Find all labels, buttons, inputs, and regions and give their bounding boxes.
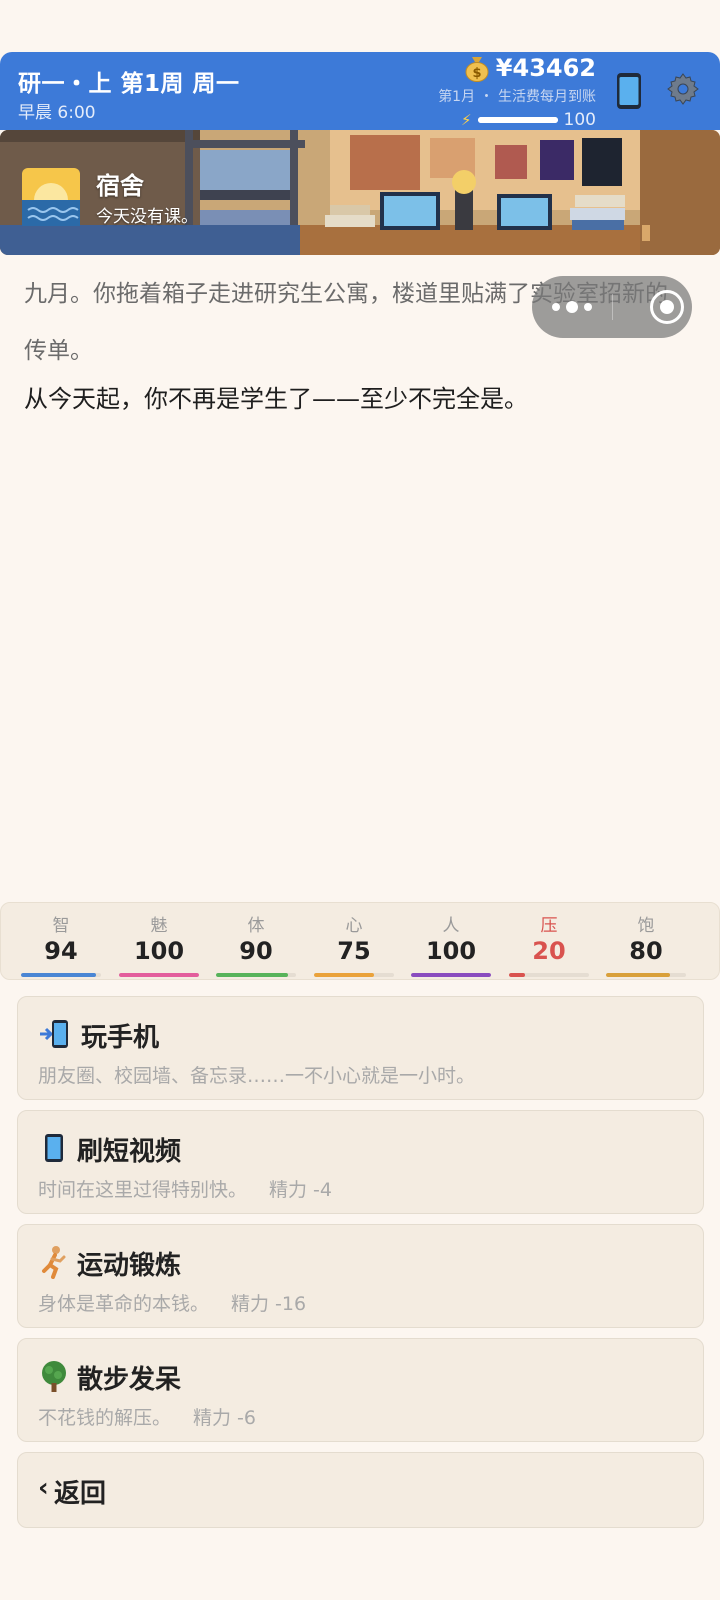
stat-label: 魅 (150, 916, 168, 936)
location-name: 宿舍 (96, 172, 144, 200)
stat-value: 90 (239, 937, 273, 965)
action-desc-text: 不花钱的解压。 (38, 1407, 172, 1429)
action-description: 朋友圈、校园墙、备忘录……一不小心就是一小时。 (38, 1061, 475, 1088)
stat-3: 心 75 (304, 903, 404, 981)
stat-fill (606, 973, 670, 977)
lightning-icon: ⚡ (461, 111, 472, 129)
settings-gear-icon[interactable] (666, 72, 700, 106)
stat-6: 饱 80 (596, 903, 696, 981)
stat-fill (411, 973, 491, 977)
top-status-bar: 研一・上 第1周 周一 早晨 6:00 $ ¥43462 第1月 ・ 生活费每月… (0, 52, 720, 130)
action-title: 散步发呆 (77, 1365, 182, 1395)
stat-bar (411, 973, 491, 977)
dot-icon (584, 303, 592, 311)
action-title: 刷短视频 (77, 1137, 182, 1167)
stat-label: 压 (540, 916, 558, 936)
energy-bar (477, 117, 558, 123)
energy-meter: ⚡ 100 (461, 110, 596, 130)
stat-label: 饱 (637, 916, 655, 936)
svg-text:$: $ (472, 66, 481, 81)
action-description: 时间在这里过得特别快。 精力 -4 (38, 1175, 332, 1202)
stat-value: 20 (532, 937, 566, 965)
stat-value: 80 (629, 937, 663, 965)
energy-value: 100 (563, 110, 596, 130)
allowance-note: 第1月 ・ 生活费每月到账 (438, 89, 596, 105)
action-desc-text: 身体是革命的本钱。 (38, 1293, 210, 1315)
back-label: 返回 (54, 1479, 107, 1509)
stat-value: 75 (337, 937, 371, 965)
energy-cost: 精力 -6 (193, 1407, 256, 1429)
running-icon (38, 1245, 70, 1279)
chevron-left-icon: ‹ (38, 1473, 49, 1503)
stat-label: 人 (442, 916, 460, 936)
dot-icon (552, 303, 560, 311)
action-desc-text: 时间在这里过得特别快。 (38, 1179, 248, 1201)
semester-week-title: 研一・上 第1周 周一 (18, 71, 240, 97)
stat-bar (509, 973, 589, 977)
stat-4: 人 100 (401, 903, 501, 981)
phone-in-icon (38, 1017, 70, 1051)
stat-fill (119, 973, 199, 977)
stat-value: 100 (425, 937, 477, 965)
stat-0: 智 94 (11, 903, 111, 981)
stat-fill (509, 973, 525, 977)
close-target-icon[interactable] (650, 290, 684, 324)
time-of-day: 早晨 6:00 (18, 103, 96, 123)
stat-bar (119, 973, 199, 977)
action-item[interactable]: 刷短视频时间在这里过得特别快。 精力 -4 (17, 1110, 704, 1214)
phone-button-icon[interactable] (616, 72, 642, 110)
energy-cost: 精力 -16 (231, 1293, 307, 1315)
location-subtitle: 今天没有课。 (96, 207, 198, 227)
action-description: 身体是革命的本钱。 精力 -16 (38, 1289, 306, 1316)
mobile-phone-icon (38, 1131, 70, 1165)
stat-value: 94 (44, 937, 78, 965)
stat-label: 心 (345, 916, 363, 936)
action-description: 不花钱的解压。 精力 -6 (38, 1403, 256, 1430)
money-display: $ ¥43462 (464, 54, 596, 82)
tree-icon (38, 1359, 70, 1393)
stat-5: 压 20 (499, 903, 599, 981)
action-item[interactable]: 玩手机朋友圈、校园墙、备忘录……一不小心就是一小时。 (17, 996, 704, 1100)
money-bag-icon: $ (465, 57, 489, 82)
stat-label: 体 (247, 916, 265, 936)
stat-1: 魅 100 (109, 903, 209, 981)
action-item[interactable]: 运动锻炼身体是革命的本钱。 精力 -16 (17, 1224, 704, 1328)
back-button[interactable]: ‹ 返回 (17, 1452, 704, 1528)
money-amount: ¥43462 (495, 54, 596, 82)
attribute-stats-bar: 智 94 魅 100 体 90 心 75 人 100 压 20 饱 80 (0, 902, 720, 980)
energy-cost: 精力 -4 (269, 1179, 332, 1201)
action-item[interactable]: 散步发呆不花钱的解压。 精力 -6 (17, 1338, 704, 1442)
story-line-2: 从今天起，你不再是学生了——至少不完全是。 (24, 385, 528, 413)
more-menu-button[interactable] (532, 276, 612, 338)
action-desc-text: 朋友圈、校园墙、备忘录……一不小心就是一小时。 (38, 1065, 476, 1087)
action-title: 运动锻炼 (77, 1251, 182, 1281)
stat-fill (216, 973, 288, 977)
stat-label: 智 (52, 916, 70, 936)
miniprogram-capsule (532, 276, 692, 338)
dot-icon (566, 301, 578, 313)
capsule-divider (612, 294, 613, 320)
energy-fill (477, 117, 558, 123)
stat-bar (314, 973, 394, 977)
action-title: 玩手机 (81, 1023, 160, 1053)
stat-value: 100 (133, 937, 185, 965)
stat-bar (216, 973, 296, 977)
location-banner: 宿舍 今天没有课。 (0, 130, 720, 255)
stat-fill (21, 973, 97, 977)
sunrise-icon (22, 168, 80, 226)
stat-bar (606, 973, 686, 977)
stat-2: 体 90 (206, 903, 306, 981)
stat-fill (314, 973, 374, 977)
stat-bar (21, 973, 101, 977)
